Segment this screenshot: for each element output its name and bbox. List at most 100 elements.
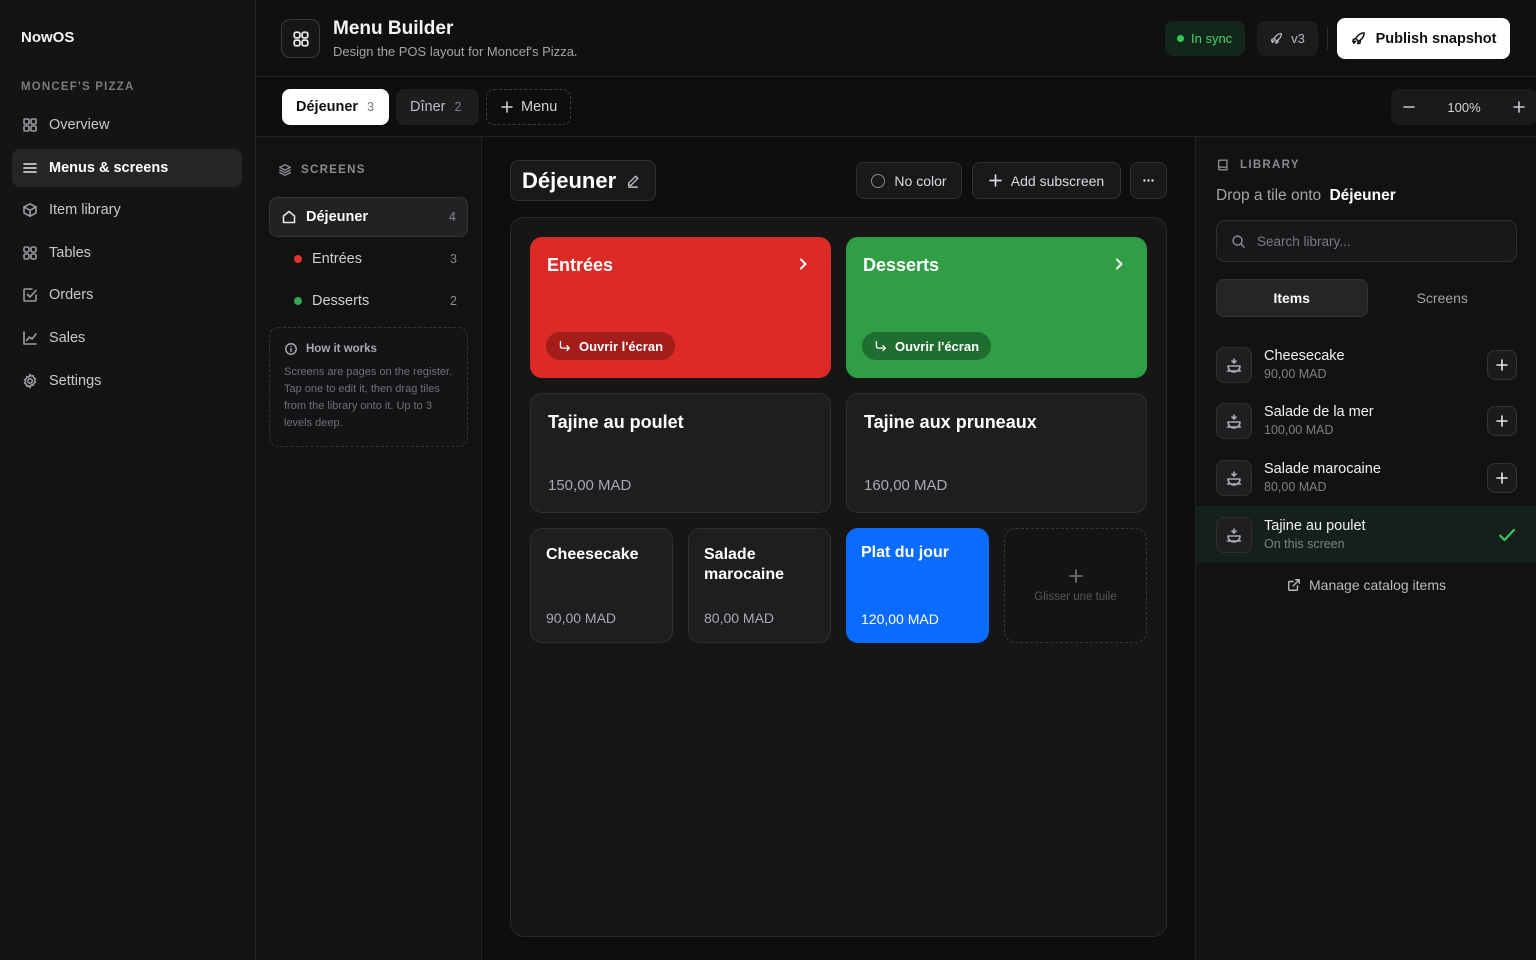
color-label: No color: [894, 172, 947, 189]
org-name: MONCEF'S PIZZA: [21, 81, 135, 93]
nav-item-tables[interactable]: Tables: [12, 234, 242, 272]
library-search: [1216, 220, 1517, 262]
grid-icon: [292, 30, 310, 48]
version-label: v3: [1291, 31, 1305, 46]
nav-item-overview[interactable]: Overview: [12, 106, 242, 144]
item-name: Cheesecake: [1264, 348, 1345, 364]
color-swatch-icon: [871, 173, 886, 188]
open-screen-button[interactable]: Ouvrir l'écran: [862, 332, 992, 360]
chevron-right-icon: [1113, 258, 1125, 270]
page-header: Menu Builder Design the POS layout for M…: [256, 0, 1536, 77]
tab-diner[interactable]: Dîner 2: [396, 89, 479, 125]
nav-item-sales[interactable]: Sales: [12, 319, 242, 357]
dish-icon: [1226, 470, 1242, 486]
add-subscreen-button[interactable]: Add subscreen: [972, 162, 1121, 199]
tab-dejeuner[interactable]: Déjeuner 3: [282, 89, 389, 125]
plus-icon[interactable]: [1513, 101, 1525, 113]
open-screen-button[interactable]: Ouvrir l'écran: [546, 332, 676, 360]
item-icon: [1216, 402, 1252, 439]
nav-label: Sales: [49, 329, 86, 346]
check-icon: [1497, 525, 1517, 545]
sync-label: In sync: [1191, 31, 1233, 46]
tab-screens[interactable]: Screens: [1368, 279, 1518, 317]
pencil-icon: [626, 174, 640, 188]
nav-item-settings[interactable]: Settings: [12, 362, 242, 400]
screen-title-editor[interactable]: Déjeuner: [510, 160, 656, 201]
manage-label: Manage catalog items: [1309, 577, 1446, 593]
tab-items[interactable]: Items: [1216, 279, 1368, 317]
screen-label: Entrées: [312, 251, 362, 267]
book-icon: [1216, 158, 1230, 172]
dish-icon: [1226, 527, 1242, 543]
nav-label: Orders: [49, 287, 94, 304]
box-icon: [22, 202, 38, 218]
add-item-button[interactable]: [1487, 462, 1517, 493]
item-tile-tajine-aux-pruneaux[interactable]: Tajine aux pruneaux 160,00 MAD: [846, 393, 1147, 513]
no-color-button[interactable]: No color: [856, 162, 962, 199]
brand-logo[interactable]: NowOS: [21, 29, 74, 46]
item-tile-tajine-au-poulet[interactable]: Tajine au poulet 150,00 MAD: [530, 393, 831, 513]
gear-icon: [22, 373, 38, 389]
item-text: Salade marocaine 80,00 MAD: [1264, 461, 1381, 494]
checklist-icon: [22, 287, 38, 303]
item-tile-plat-du-jour[interactable]: Plat du jour 120,00 MAD: [846, 528, 989, 643]
how-it-works-header: How it works: [284, 342, 453, 356]
library-item-cheesecake[interactable]: Cheesecake 90,00 MAD: [1196, 336, 1536, 393]
screens-header: SCREENS: [278, 163, 366, 177]
menu-builder-icon: [281, 19, 320, 58]
item-tile-salade-marocaine[interactable]: Salade marocaine 80,00 MAD: [688, 528, 831, 643]
more-options-button[interactable]: [1130, 162, 1167, 199]
add-item-button[interactable]: [1487, 405, 1517, 436]
library-item-salade-marocaine[interactable]: Salade marocaine 80,00 MAD: [1196, 449, 1536, 506]
nav-item-menus-screens[interactable]: Menus & screens: [12, 148, 242, 187]
drop-label: Glisser une tuile: [1034, 590, 1117, 603]
tile-name: Salade marocaine: [704, 546, 785, 583]
screen-count: 3: [450, 252, 457, 266]
nav-item-orders[interactable]: Orders: [12, 276, 242, 314]
tile-name: Entrées: [547, 255, 614, 275]
nav-label: Item library: [49, 202, 121, 219]
library-item-tajine-au-poulet[interactable]: Tajine au poulet On this screen: [1196, 506, 1536, 563]
screen-item-desserts[interactable]: Desserts 2: [289, 283, 468, 319]
add-menu-button[interactable]: Menu: [486, 89, 571, 125]
corner-down-right-icon: [558, 340, 571, 353]
chart-line-icon: [22, 330, 38, 346]
manage-catalog-link[interactable]: Manage catalog items: [1196, 577, 1536, 593]
tab-count: 2: [454, 100, 462, 114]
subscreen-tile-entrees[interactable]: Entrées Ouvrir l'écran: [530, 237, 831, 378]
minus-icon[interactable]: [1403, 101, 1415, 113]
subscreen-tile-desserts[interactable]: Desserts Ouvrir l'écran: [846, 237, 1147, 378]
tables-icon: [22, 245, 38, 261]
dish-icon: [1226, 413, 1242, 429]
grid-icon: [22, 117, 38, 133]
publish-snapshot-button[interactable]: Publish snapshot: [1337, 18, 1510, 59]
open-screen-label: Ouvrir l'écran: [895, 338, 980, 354]
screen-item-entrees[interactable]: Entrées 3: [289, 241, 468, 277]
screen-item-dejeuner[interactable]: Déjeuner 4: [269, 197, 468, 237]
drop-tile-placeholder[interactable]: Glisser une tuile: [1004, 528, 1147, 643]
tab-label: Dîner: [410, 99, 446, 115]
item-name: Salade marocaine: [1264, 461, 1381, 477]
tile-price: 90,00 MAD: [546, 610, 617, 626]
search-input[interactable]: [1257, 233, 1497, 249]
rocket-icon: [1351, 31, 1366, 46]
add-subscreen-label: Add subscreen: [1010, 172, 1105, 189]
nav-item-item-library[interactable]: Item library: [12, 191, 242, 229]
page-subtitle: Design the POS layout for Moncef's Pizza…: [333, 44, 578, 59]
tile-price: 150,00 MAD: [548, 477, 632, 494]
tile-price: 160,00 MAD: [864, 477, 948, 494]
how-it-works-body: Screens are pages on the register. Tap o…: [284, 366, 453, 429]
drop-prefix: Drop a tile onto: [1216, 187, 1322, 204]
tab-label: Déjeuner: [296, 99, 359, 115]
library-item-salade-de-la-mer[interactable]: Salade de la mer 100,00 MAD: [1196, 392, 1536, 449]
item-icon: [1216, 346, 1252, 383]
item-tile-cheesecake[interactable]: Cheesecake 90,00 MAD: [530, 528, 673, 643]
nav-label: Tables: [49, 244, 91, 261]
screen-label: Desserts: [312, 293, 370, 309]
sync-status-badge: In sync: [1165, 21, 1246, 56]
version-button[interactable]: v3: [1257, 21, 1318, 56]
external-link-icon: [1287, 578, 1301, 592]
add-item-button[interactable]: [1487, 349, 1517, 380]
nav-label: Menus & screens: [49, 159, 169, 176]
drop-hint: Drop a tile onto Déjeuner: [1216, 187, 1396, 205]
